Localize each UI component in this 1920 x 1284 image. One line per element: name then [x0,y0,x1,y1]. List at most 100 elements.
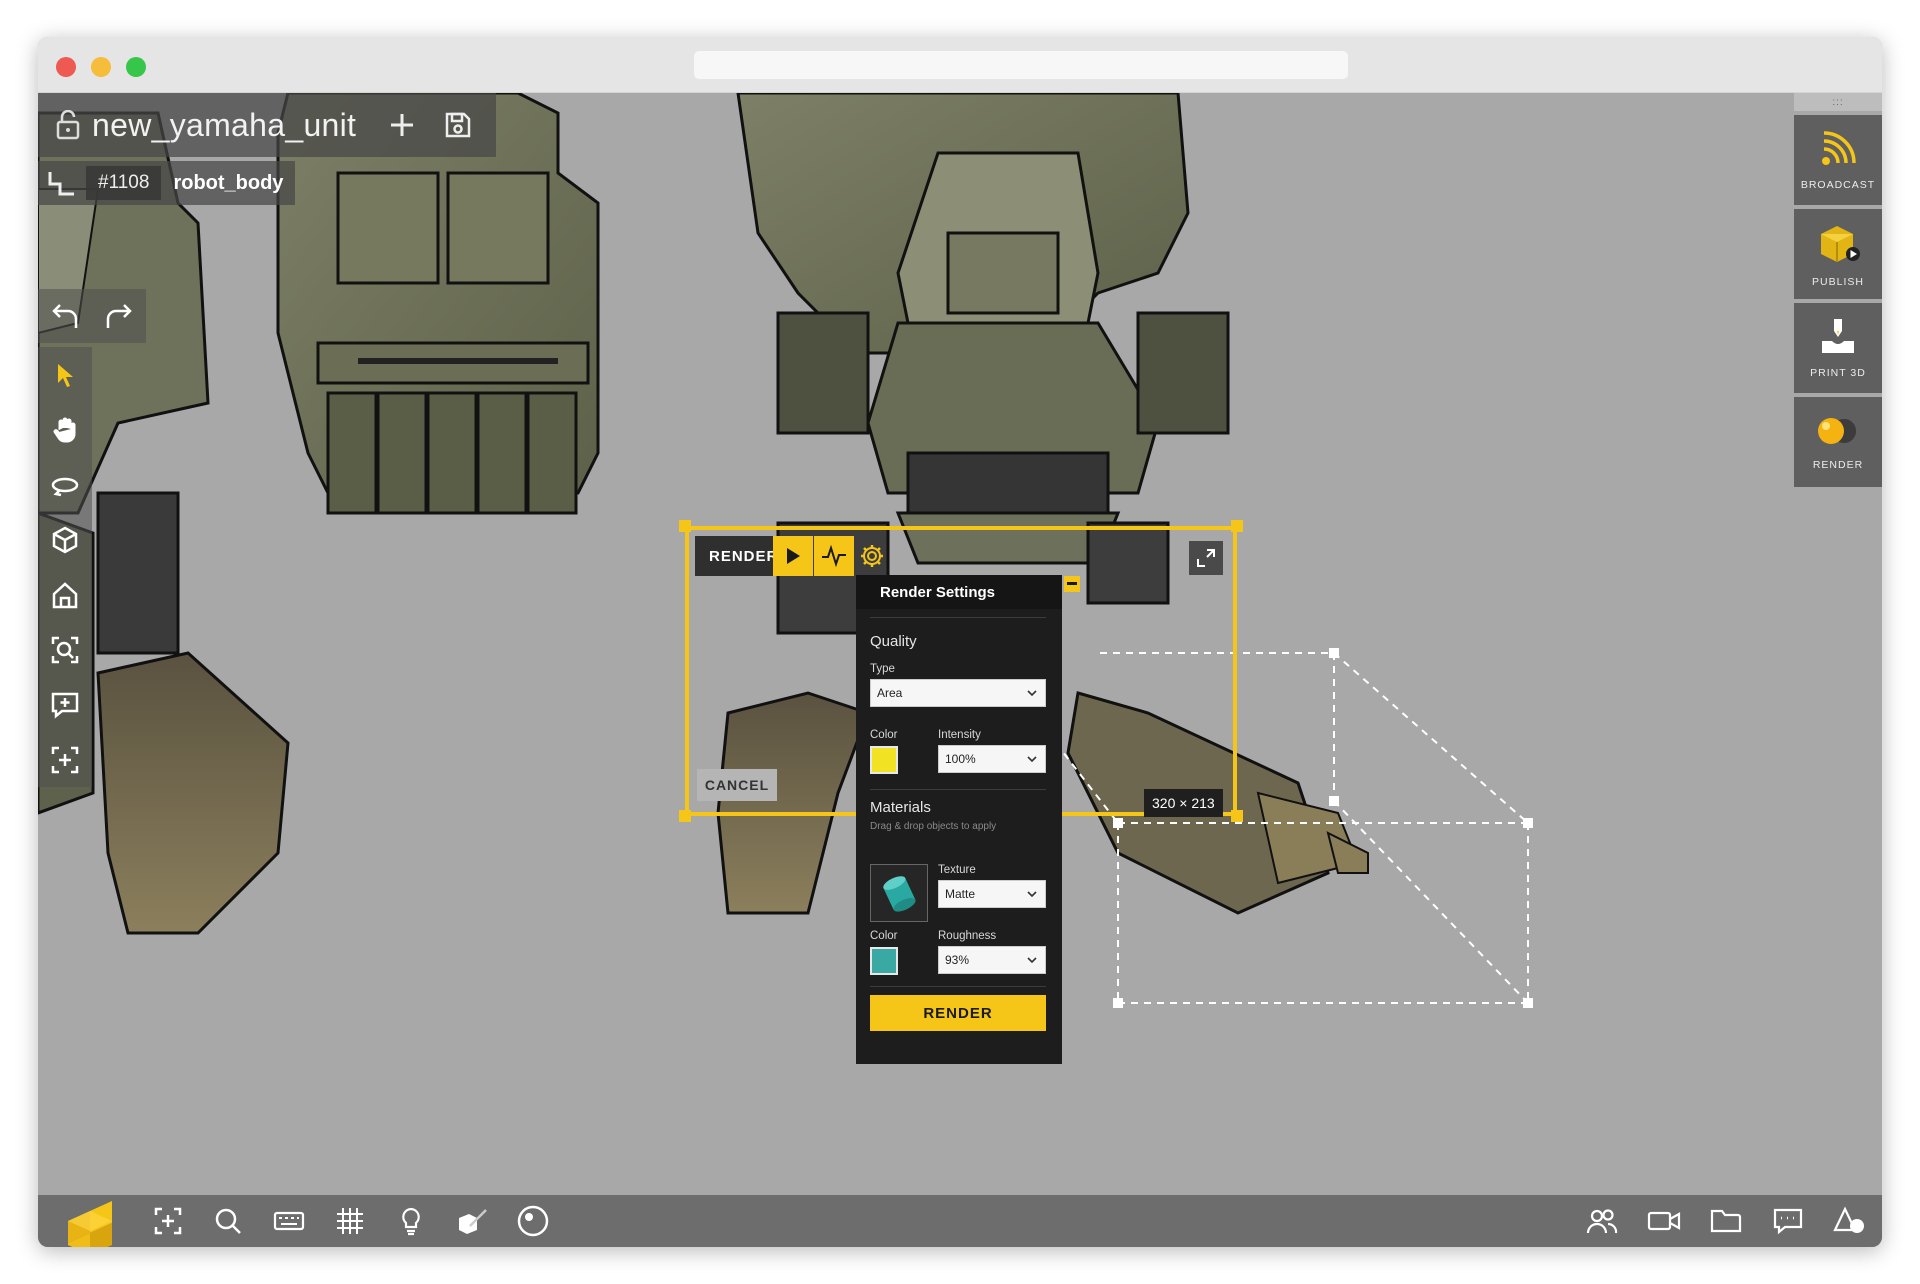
shapes-button[interactable] [1832,1203,1868,1239]
hierarchy-icon [48,172,74,196]
maximize-window-button[interactable] [126,57,146,77]
panel-header: Render Settings [856,575,1062,609]
file-bar: new_yamaha_unit [38,93,497,157]
render-settings-panel: Render Settings Quality Type Area Color … [856,575,1062,1064]
close-window-button[interactable] [56,57,76,77]
redo-button[interactable] [92,289,146,343]
app-logo [68,1201,112,1247]
publish-label: PUBLISH [1812,276,1864,288]
chat-icon [1773,1208,1803,1235]
select-tool[interactable] [38,347,92,402]
print-3d-label: PRINT 3D [1810,367,1866,379]
resize-handle-bottom-right[interactable] [1231,810,1243,822]
resize-handle-bottom-left[interactable] [679,810,691,822]
zoom-frame-icon [51,636,79,663]
cancel-render-button[interactable]: CANCEL [697,769,777,801]
file-title[interactable]: new_yamaha_unit [92,107,356,144]
orbit-tool[interactable] [38,457,92,512]
object-name[interactable]: robot_body [173,172,283,195]
expand-render-button[interactable] [1189,541,1223,575]
type-value: Area [877,686,903,700]
render-button[interactable]: RENDER [1794,397,1882,487]
history-controls [38,289,146,343]
comments-button[interactable] [1770,1203,1806,1239]
lock-icon[interactable] [48,105,88,145]
intensity-label: Intensity [938,729,981,741]
shapes-icon [1833,1206,1864,1233]
add-annotation-tool[interactable] [38,677,92,732]
section-plane-button[interactable] [454,1203,490,1239]
light-color-label: Color [870,729,898,741]
minimize-window-button[interactable] [91,57,111,77]
intensity-value: 100% [945,752,976,766]
lightbulb-icon [402,1207,420,1236]
pointer-icon [58,363,73,387]
type-select[interactable]: Area [870,679,1046,707]
add-frame-icon [154,1207,182,1235]
zoom-fit-tool[interactable] [38,622,92,677]
start-render-button[interactable] [773,536,813,576]
search-icon [215,1208,241,1234]
material-color-label: Color [870,930,898,942]
target-circle-icon [517,1205,549,1237]
lighting-button[interactable] [393,1203,429,1239]
materials-hint: Drag & drop objects to apply [870,821,997,832]
divider [870,789,1046,790]
render-label: RENDER [1812,459,1864,471]
focus-selection-button[interactable] [150,1203,186,1239]
roughness-value: 93% [945,953,970,967]
grid-toggle-button[interactable] [332,1203,368,1239]
pulse-icon [822,545,846,567]
address-bar[interactable] [694,51,1348,79]
roughness-label: Roughness [938,930,997,942]
save-button[interactable] [430,97,486,153]
dimension-readout: 320 × 213 [1144,789,1223,817]
publish-button[interactable]: PUBLISH [1794,209,1882,299]
3d-viewport[interactable]: new_yamaha_unit #1108 robot_body::: BRO… [38,93,1882,1247]
home-icon [52,581,78,608]
render-settings-button[interactable] [852,536,892,576]
object-id[interactable]: #1108 [86,166,162,200]
material-color-swatch[interactable] [870,947,898,975]
render-activity-button[interactable] [814,536,854,576]
resize-handle-top-right[interactable] [1231,520,1243,532]
play-icon [787,548,800,564]
roughness-select[interactable]: 93% [938,946,1046,974]
navigation-mode-button[interactable] [515,1203,551,1239]
quality-heading: Quality [870,633,917,650]
pan-tool[interactable] [38,402,92,457]
add-object-tool[interactable] [38,732,92,787]
home-view-tool[interactable] [38,567,92,622]
view-cube-tool[interactable] [38,512,92,567]
files-button[interactable] [1708,1203,1744,1239]
hand-icon [53,417,76,443]
chevron-down-icon [1027,891,1037,898]
keyboard-shortcuts-button[interactable] [271,1203,307,1239]
video-camera-icon [1647,1211,1681,1231]
video-call-button[interactable] [1646,1203,1682,1239]
broadcast-button[interactable]: BROADCAST [1794,115,1882,205]
resize-handle-top-left[interactable] [679,520,691,532]
expand-icon [1197,549,1215,567]
broadcast-icon [1822,131,1856,165]
intensity-select[interactable]: 100% [938,745,1046,773]
material-preview[interactable] [870,864,928,922]
search-button[interactable] [210,1203,246,1239]
print-3d-button[interactable]: PRINT 3D [1794,303,1882,393]
plus-icon [391,114,414,136]
cube-icon [52,526,78,553]
add-button[interactable] [374,97,430,153]
rail-grip-handle[interactable]: ::: [1794,93,1882,111]
material-cylinder-icon [883,876,916,912]
undo-button[interactable] [38,289,92,343]
divider [870,986,1046,987]
collapse-panel-button[interactable] [1064,576,1080,592]
light-color-swatch[interactable] [870,746,898,774]
breadcrumb: #1108 robot_body [38,161,296,205]
chevron-down-icon [1027,756,1037,763]
texture-select[interactable]: Matte [938,880,1046,908]
type-label: Type [870,663,895,675]
render-spheres-icon [1818,418,1856,444]
collaborators-button[interactable] [1584,1203,1620,1239]
render-submit-button[interactable]: RENDER [870,995,1046,1031]
